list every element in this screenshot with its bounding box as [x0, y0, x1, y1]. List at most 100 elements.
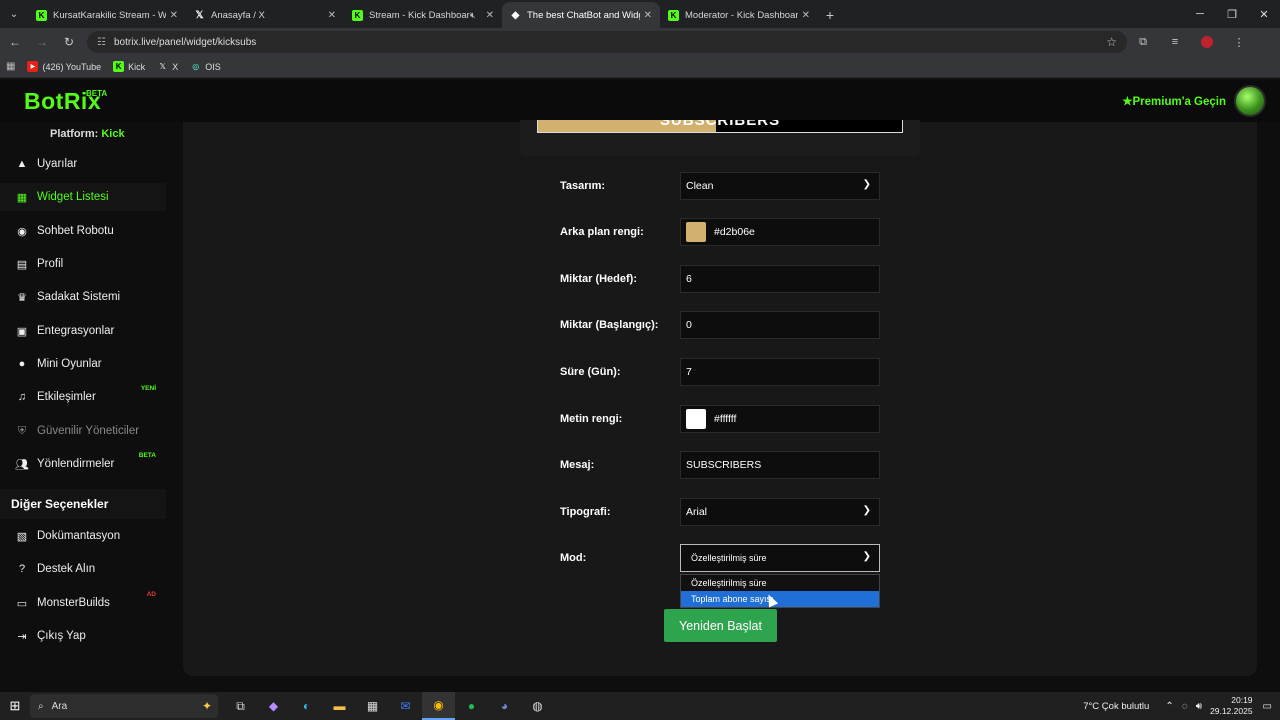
close-icon[interactable]: ✕	[328, 10, 336, 21]
browser-tab[interactable]: K Moderator - Kick Dashboard ✕	[660, 2, 818, 28]
chrome-icon[interactable]: ◉	[422, 692, 455, 720]
sidebar-item-integrations[interactable]: ▣ Entegrasyonlar	[0, 317, 166, 345]
robot-icon: ◉	[17, 225, 27, 238]
bookmark-kick[interactable]: K Kick	[113, 61, 145, 72]
mode-option[interactable]: Özelleştirilmiş süre	[681, 575, 879, 591]
message-input[interactable]: SUBSCRIBERS	[680, 451, 880, 479]
sidebar-item-docs[interactable]: ▧ Dokümantasyon	[0, 522, 166, 550]
sidebar-item-label: Sohbet Robotu	[37, 225, 114, 237]
text-color-swatch[interactable]	[686, 409, 706, 429]
obs-icon[interactable]: ◍	[521, 692, 554, 720]
bookmark-star-icon[interactable]: ☆	[1106, 35, 1117, 49]
bg-color-field[interactable]: #d2b06e	[680, 218, 880, 246]
browser-tab[interactable]: K KursatKarakilic Stream - Watch ✕	[28, 2, 186, 28]
widget-preview: SUBSCRIBERS	[520, 120, 920, 156]
sidebar-item-alerts[interactable]: ▲ Uyarılar	[0, 150, 166, 178]
close-icon[interactable]: ✕	[486, 10, 494, 21]
browser-tab[interactable]: K Stream - Kick Dashboard 🔇︎ ✕	[344, 2, 502, 28]
sidebar-item-chatbot[interactable]: ◉ Sohbet Robotu	[0, 217, 166, 245]
profile-extension-icon[interactable]	[1191, 30, 1223, 54]
mute-icon[interactable]: 🔇︎	[470, 10, 476, 21]
apps-icon[interactable]: ▦	[6, 61, 15, 72]
goal-row: Miktar (Hedef): 6	[560, 265, 880, 293]
tab-search-icon[interactable]: ⌄	[0, 0, 28, 28]
sidebar-item-label: Widget Listesi	[37, 191, 109, 203]
mode-select[interactable]: Özelleştirilmiş süre ❯	[680, 544, 880, 572]
browser-tab-strip: ⌄ K KursatKarakilic Stream - Watch ✕ 𝕏 A…	[0, 0, 1280, 28]
mode-option-highlighted[interactable]: Toplam abone sayısı	[681, 591, 879, 607]
avatar[interactable]	[1234, 85, 1266, 117]
duration-row: Süre (Gün): 7	[560, 358, 880, 386]
bookmark-ois[interactable]: ◎ OIS	[190, 61, 221, 72]
site-header: BotRix BETA ★Premium'a Geçin	[0, 80, 1280, 122]
sidebar-item-support[interactable]: ? Destek Alın	[0, 555, 166, 583]
edge-icon[interactable]: ◐	[290, 692, 323, 720]
notification-icon[interactable]: ▭	[1263, 701, 1272, 712]
text-color-field[interactable]: #ffffff	[680, 405, 880, 433]
restart-button[interactable]: Yeniden Başlat	[664, 609, 777, 642]
windows-start-icon[interactable]: ⊞	[0, 692, 30, 720]
restore-icon[interactable]: ❐	[1216, 0, 1248, 28]
sidebar-item-redirects[interactable]: 👥︎ Yönlendirmeler BETA	[0, 450, 166, 478]
discord-icon[interactable]: ◕	[488, 692, 521, 720]
clock[interactable]: 20:19 29.12.2025	[1210, 695, 1253, 717]
bg-color-swatch[interactable]	[686, 222, 706, 242]
chevron-up-icon[interactable]: ⌃	[1165, 701, 1173, 712]
close-window-icon[interactable]: ✕	[1248, 0, 1280, 28]
sidebar-item-label: Güvenilir Yöneticiler	[37, 425, 140, 437]
sidebar-item-label: Etkileşimler	[37, 391, 96, 403]
bookmark-x[interactable]: 𝕏 X	[157, 61, 178, 72]
browser-tab-active[interactable]: ◆ The best ChatBot and Widgets ✕	[502, 2, 660, 28]
network-icon[interactable]: ◌	[1182, 701, 1188, 712]
text-color-row: Metin rengi: #ffffff	[560, 405, 880, 433]
bookmark-youtube[interactable]: ▶ (426) YouTube	[27, 61, 101, 72]
goal-value: 6	[686, 273, 692, 285]
taskbar-search[interactable]: ⌕ Ara ✦	[30, 694, 218, 718]
tab-title: Stream - Kick Dashboard	[369, 9, 470, 21]
sidebar-item-label: Dokümantasyon	[37, 530, 121, 542]
copilot-icon[interactable]: ◆	[257, 692, 290, 720]
start-input[interactable]: 0	[680, 311, 880, 339]
new-tab-button[interactable]: +	[818, 2, 842, 28]
font-select[interactable]: Arial ❯	[680, 498, 880, 526]
premium-link[interactable]: ★Premium'a Geçin	[1122, 94, 1226, 108]
browser-tab[interactable]: 𝕏 Anasayfa / X ✕	[186, 2, 344, 28]
extensions-icon[interactable]: ⧉	[1127, 30, 1159, 54]
sidebar-item-widget-list[interactable]: ▦ Widget Listesi	[0, 183, 166, 211]
sidebar-item-monsterbuilds[interactable]: ▭ MonsterBuilds AD	[0, 589, 166, 617]
sidebar-item-label: MonsterBuilds	[37, 597, 110, 609]
design-select[interactable]: Clean ❯	[680, 172, 880, 200]
back-icon[interactable]: ←	[3, 30, 27, 54]
site-info-icon[interactable]: ☷	[97, 37, 106, 48]
reload-icon[interactable]: ↻	[57, 30, 81, 54]
forward-icon[interactable]: →	[30, 30, 54, 54]
close-icon[interactable]: ✕	[170, 10, 178, 21]
sidebar-item-profile[interactable]: ▤ Profil	[0, 250, 166, 278]
url-text: botrix.live/panel/widget/kicksubs	[113, 36, 257, 48]
close-icon[interactable]: ✕	[802, 10, 810, 21]
weather-widget[interactable]: 7°C Çok bulutlu	[1083, 701, 1149, 712]
sidebar-item-loyalty[interactable]: ♛ Sadakat Sistemi	[0, 283, 166, 311]
mode-row: Mod: Özelleştirilmiş süre ❯ Özelleştiril…	[560, 544, 880, 608]
mail-icon[interactable]: ✉	[389, 692, 422, 720]
preview-text: SUBSCRIBERS	[659, 120, 781, 129]
volume-icon[interactable]: 🔊︎	[1196, 701, 1202, 712]
sidebar-item-logout[interactable]: ⇥ Çıkış Yap	[0, 622, 166, 650]
mode-value: Özelleştirilmiş süre	[691, 553, 767, 563]
close-icon[interactable]: ✕	[644, 10, 652, 21]
minimize-icon[interactable]: ─	[1184, 0, 1216, 28]
task-view-icon[interactable]: ⧉	[224, 692, 257, 720]
goal-input[interactable]: 6	[680, 265, 880, 293]
media-control-icon[interactable]: ≡	[1159, 30, 1191, 54]
sidebar-item-trusted-managers[interactable]: ⛨ Güvenilir Yöneticiler	[0, 417, 166, 445]
spotify-icon[interactable]: ●	[455, 692, 488, 720]
address-bar[interactable]: ☷ botrix.live/panel/widget/kicksubs ☆	[87, 31, 1127, 53]
sidebar-item-minigames[interactable]: ● Mini Oyunlar	[0, 350, 166, 378]
file-explorer-icon[interactable]: ▬	[323, 692, 356, 720]
browser-toolbar: ← → ↻ ☷ botrix.live/panel/widget/kicksub…	[0, 28, 1280, 56]
duration-input[interactable]: 7	[680, 358, 880, 386]
menu-icon[interactable]: ⋮	[1223, 30, 1255, 54]
store-icon[interactable]: ▦	[356, 692, 389, 720]
sidebar-item-interactions[interactable]: ♫ Etkileşimler YENİ	[0, 383, 166, 411]
sidebar-item-label: Sadakat Sistemi	[37, 291, 121, 303]
